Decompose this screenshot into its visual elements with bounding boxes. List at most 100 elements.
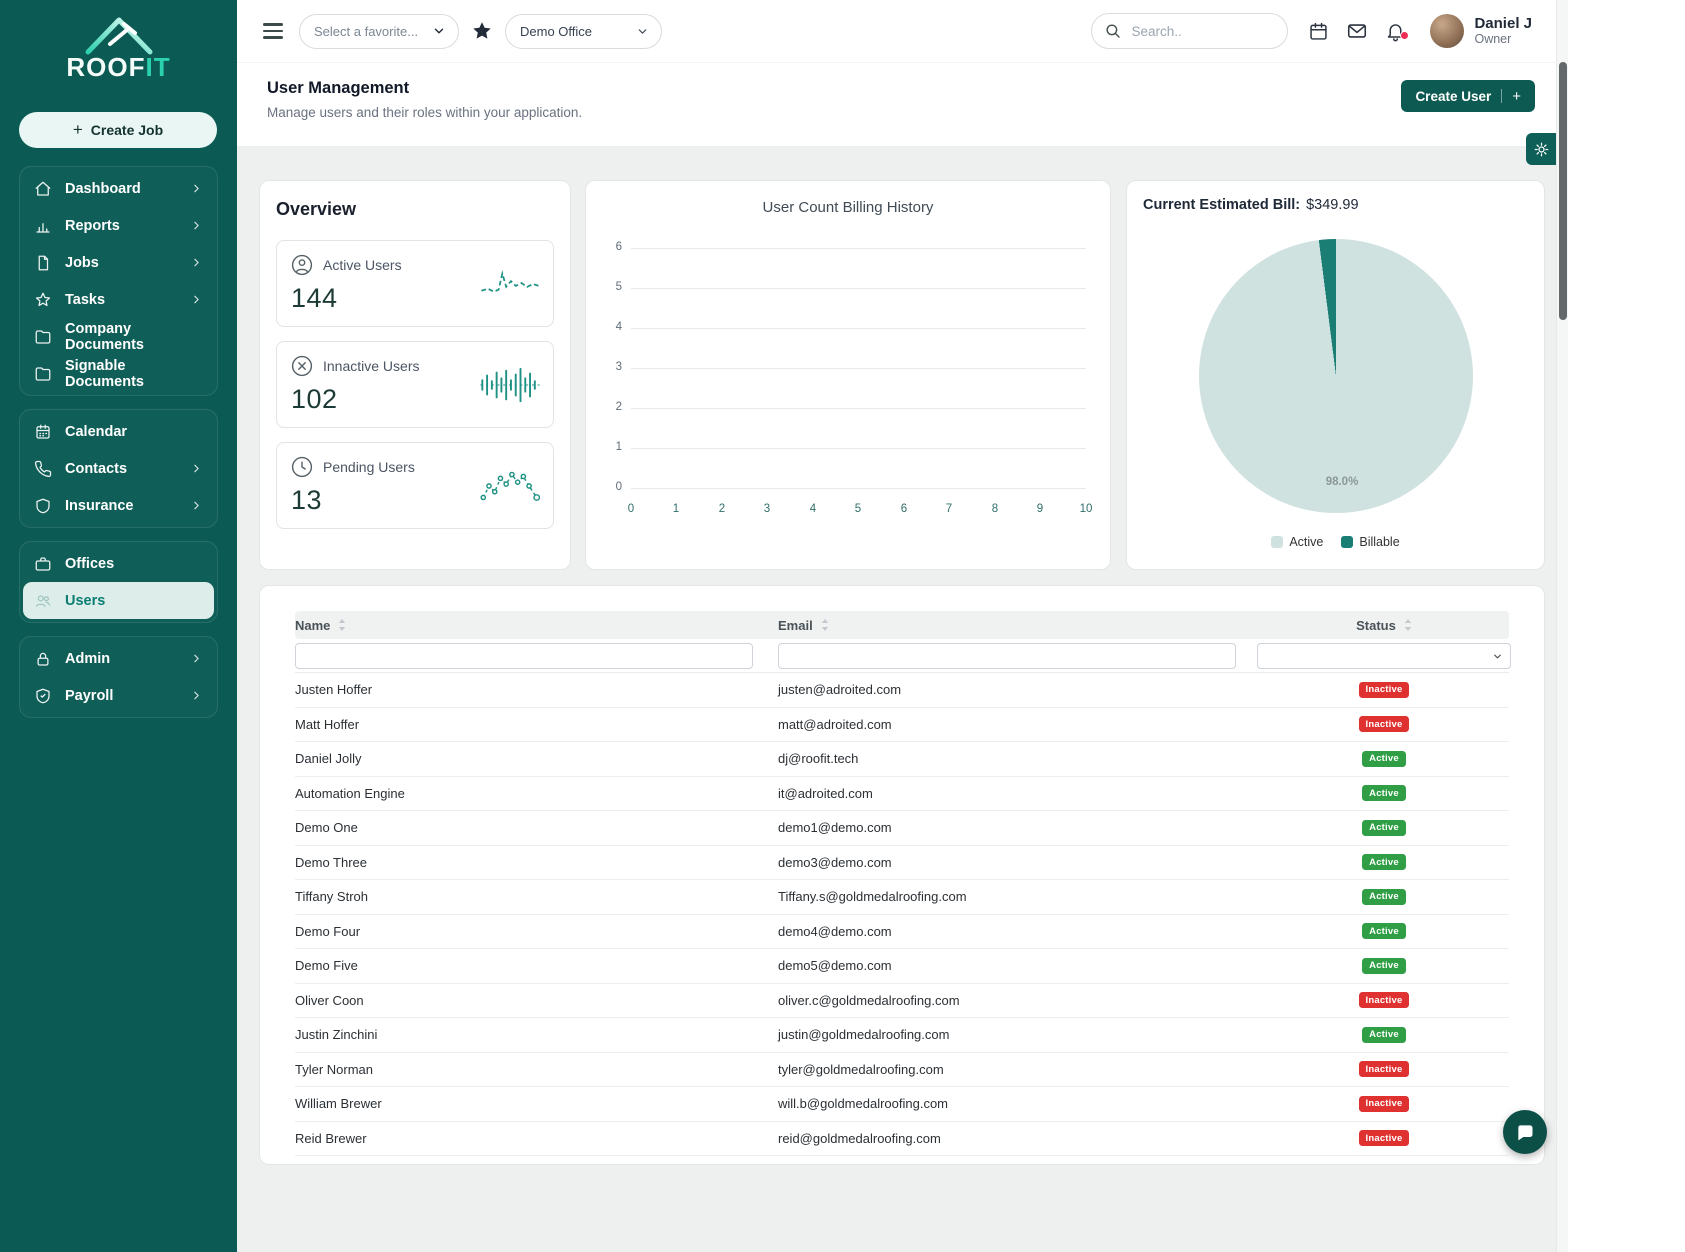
settings-gear-button[interactable] [1526,133,1556,165]
legend-item-billable[interactable]: Billable [1341,535,1399,549]
overview-title: Overview [276,199,554,220]
sidebar-item-reports[interactable]: Reports [23,207,214,244]
sidebar-item-offices[interactable]: Offices [23,545,214,582]
scrollbar-thumb[interactable] [1559,62,1567,320]
sidebar-item-label: Payroll [65,688,113,704]
table-row[interactable]: Automation Engineit@adroited.comActive [295,777,1509,812]
active-users-sparkline [479,263,541,305]
notification-dot [1400,31,1409,40]
table-row[interactable]: Justen Hofferjusten@adroited.comInactive [295,673,1509,708]
table-row[interactable]: Justin Zinchinijustin@goldmedalroofing.c… [295,1018,1509,1053]
column-header-email[interactable]: Email [778,618,1257,633]
sidebar-item-label: Jobs [65,255,99,271]
chevron-right-icon [190,499,203,512]
bill-amount: $349.99 [1306,197,1358,213]
favorite-star-icon[interactable] [471,20,493,42]
sidebar-item-admin[interactable]: Admin [23,640,214,677]
calendar-icon[interactable] [1308,21,1329,42]
sidebar-item-jobs[interactable]: Jobs [23,244,214,281]
sidebar-item-label: Admin [65,651,110,667]
name-filter-input[interactable] [295,643,753,669]
table-row[interactable]: Oliver Coonoliver.c@goldmedalroofing.com… [295,984,1509,1019]
status-filter-select[interactable] [1257,643,1511,669]
lock-icon [34,650,52,668]
table-row[interactable]: Demo Threedemo3@demo.comActive [295,846,1509,881]
y-tick-label: 6 [586,241,622,253]
gridline [631,408,1086,409]
column-header-name[interactable]: Name [295,618,778,633]
column-header-status[interactable]: Status [1257,618,1511,633]
x-tick-label: 7 [938,503,960,515]
search-field[interactable] [1091,13,1288,49]
sidebar-item-payroll[interactable]: Payroll [23,677,214,714]
table-row[interactable]: Demo Onedemo1@demo.comActive [295,811,1509,846]
sidebar-item-signable-documents[interactable]: Signable Documents [23,355,214,392]
table-row[interactable]: Demo Fivedemo5@demo.comActive [295,949,1509,984]
sidebar-item-dashboard[interactable]: Dashboard [23,170,214,207]
chevron-right-icon [190,219,203,232]
calendar-icon [34,423,52,441]
overview-card: Overview Active Users 144 Innactive User… [259,180,571,570]
topbar: Select a favorite... Demo Office [237,0,1556,62]
sidebar-item-tasks[interactable]: Tasks [23,281,214,318]
x-tick-label: 6 [893,503,915,515]
pie-data-label: 98.0% [1307,476,1377,488]
bell-icon[interactable] [1385,21,1406,42]
table-row[interactable]: Matt Hoffermatt@adroited.comInactive [295,708,1509,743]
y-tick-label: 3 [586,361,622,373]
users-icon [34,592,52,610]
sidebar-item-label: Signable Documents [65,358,203,390]
gridline [631,488,1086,489]
legend-item-active[interactable]: Active [1271,535,1323,549]
office-select-value: Demo Office [520,24,592,39]
office-select[interactable]: Demo Office [505,14,662,49]
table-row[interactable]: William Brewerwill.b@goldmedalroofing.co… [295,1087,1509,1122]
chevron-right-icon [190,182,203,195]
sidebar-item-insurance[interactable]: Insurance [23,487,214,524]
table-row[interactable]: Tyler Normantyler@goldmedalroofing.comIn… [295,1053,1509,1088]
sidebar-item-calendar[interactable]: Calendar [23,413,214,450]
menu-toggle-button[interactable] [263,23,283,38]
inactive-users-sparkline [479,364,541,406]
table-row[interactable]: Reid Brewerreid@goldmedalroofing.comInac… [295,1122,1509,1157]
status-badge: Active [1362,889,1406,905]
table-row[interactable]: Daniel Jollydj@roofit.techActive [295,742,1509,777]
content: Overview Active Users 144 Innactive User… [237,146,1556,1252]
create-job-button[interactable]: + Create Job [19,112,217,148]
sidebar-item-label: Tasks [65,292,105,308]
chevron-right-icon [190,293,203,306]
sidebar-item-users[interactable]: Users [23,582,214,619]
favorite-select[interactable]: Select a favorite... [299,14,459,49]
logo-wordmark: ROOFIT [66,52,170,83]
legend-swatch [1341,536,1353,548]
users-table-card: Name Email Status Justen Hofferjusten@ad… [259,585,1545,1165]
sidebar-item-label: Calendar [65,424,127,440]
y-tick-label: 4 [586,321,622,333]
email-filter-input[interactable] [778,643,1236,669]
search-input[interactable] [1131,24,1261,39]
table-row[interactable]: Demo Fourdemo4@demo.comActive [295,915,1509,950]
sidebar-item-company-documents[interactable]: Company Documents [23,318,214,355]
legend-swatch [1271,536,1283,548]
gridline [631,248,1086,249]
sidebar-item-contacts[interactable]: Contacts [23,450,214,487]
estimated-bill-card: Current Estimated Bill:$349.99 98.0% Act… [1126,180,1545,570]
app-root: ROOFIT + Create Job Dashboard Reports [0,0,1568,1252]
y-tick-label: 2 [586,401,622,413]
status-badge: Active [1362,751,1406,767]
table-row[interactable]: Tiffany StrohTiffany.s@goldmedalroofing.… [295,880,1509,915]
create-user-button[interactable]: Create User + [1401,80,1535,112]
page-title: User Management [267,79,1556,98]
pie-legend: Active Billable [1127,535,1544,549]
chat-button[interactable] [1503,1110,1547,1154]
plus-icon: + [73,120,83,140]
avatar[interactable] [1430,14,1464,48]
sidebar-item-label: Dashboard [65,181,141,197]
sidebar-item-label: Users [65,593,105,609]
y-tick-label: 1 [586,441,622,453]
roofit-house-icon [82,10,156,56]
roofit-logo[interactable]: ROOFIT [0,0,237,96]
mail-icon[interactable] [1346,20,1368,42]
chevron-down-icon [1492,651,1503,662]
sidebar-item-label: Insurance [65,498,134,514]
